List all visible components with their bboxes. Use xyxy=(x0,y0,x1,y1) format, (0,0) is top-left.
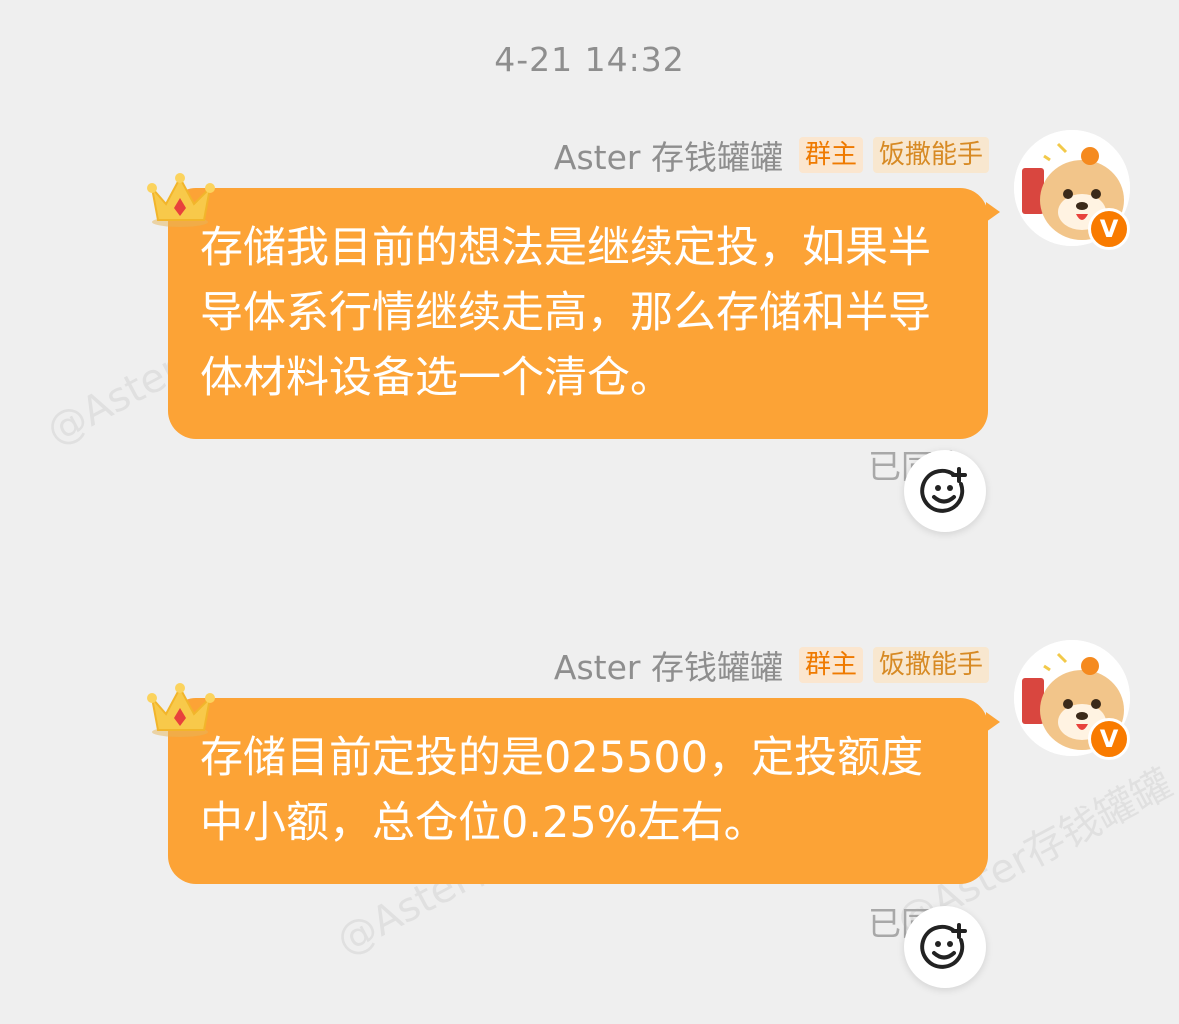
verified-icon: V xyxy=(1088,718,1130,760)
bubble-tail xyxy=(986,202,1000,222)
bubble-tail xyxy=(986,712,1000,732)
message-header: Aster 存钱罐罐 群主 饭撒能手 xyxy=(554,645,989,687)
message-bubble[interactable]: 存储目前定投的是025500，定投额度中小额，总仓位0.25%左右。 xyxy=(168,698,1000,884)
fan-badge: 饭撒能手 xyxy=(872,647,989,683)
owner-badge: 群主 xyxy=(798,137,863,173)
message-text: 存储目前定投的是025500，定投额度中小额，总仓位0.25%左右。 xyxy=(200,733,924,848)
sender-name[interactable]: Aster 存钱罐罐 xyxy=(554,131,783,179)
verified-icon: V xyxy=(1088,208,1130,250)
crown-icon xyxy=(147,683,215,737)
message-header: Aster 存钱罐罐 群主 饭撒能手 xyxy=(554,135,989,177)
owner-badge: 群主 xyxy=(798,647,863,683)
fan-badge: 饭撒能手 xyxy=(872,137,989,173)
add-reaction-icon[interactable] xyxy=(904,906,986,988)
add-reaction-icon[interactable] xyxy=(904,450,986,532)
chat-timestamp: 4-21 14:32 xyxy=(494,40,685,79)
sender-name[interactable]: Aster 存钱罐罐 xyxy=(554,641,783,689)
message-text: 存储我目前的想法是继续定投，如果半导体系行情继续走高，那么存储和半导体材料设备选… xyxy=(200,223,931,403)
crown-icon xyxy=(147,173,215,227)
message-bubble[interactable]: 存储我目前的想法是继续定投，如果半导体系行情继续走高，那么存储和半导体材料设备选… xyxy=(168,188,1000,439)
